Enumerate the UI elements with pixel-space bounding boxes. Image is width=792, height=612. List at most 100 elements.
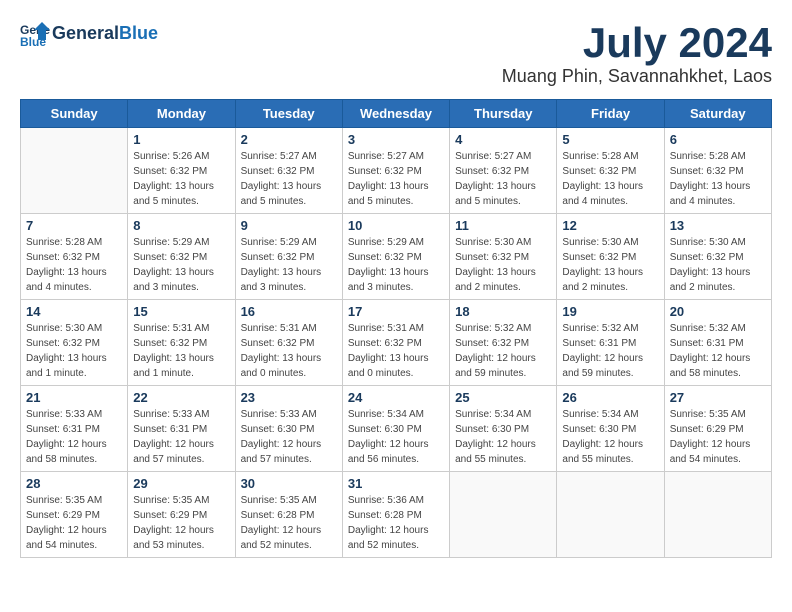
- week-row-4: 21 Sunrise: 5:33 AMSunset: 6:31 PMDayligh…: [21, 386, 772, 472]
- day-number: 5: [562, 132, 658, 147]
- day-number: 6: [670, 132, 766, 147]
- day-cell: 5 Sunrise: 5:28 AMSunset: 6:32 PMDaylight…: [557, 128, 664, 214]
- day-number: 18: [455, 304, 551, 319]
- day-cell: [664, 472, 771, 558]
- column-header-wednesday: Wednesday: [342, 100, 449, 128]
- day-number: 25: [455, 390, 551, 405]
- day-info: Sunrise: 5:33 AMSunset: 6:31 PMDaylight:…: [133, 407, 229, 467]
- day-cell: 24 Sunrise: 5:34 AMSunset: 6:30 PMDayligh…: [342, 386, 449, 472]
- day-info: Sunrise: 5:34 AMSunset: 6:30 PMDaylight:…: [455, 407, 551, 467]
- week-row-2: 7 Sunrise: 5:28 AMSunset: 6:32 PMDaylight…: [21, 214, 772, 300]
- day-number: 11: [455, 218, 551, 233]
- column-header-friday: Friday: [557, 100, 664, 128]
- day-info: Sunrise: 5:27 AMSunset: 6:32 PMDaylight:…: [241, 149, 337, 209]
- day-info: Sunrise: 5:30 AMSunset: 6:32 PMDaylight:…: [26, 321, 122, 381]
- day-number: 15: [133, 304, 229, 319]
- week-row-5: 28 Sunrise: 5:35 AMSunset: 6:29 PMDayligh…: [21, 472, 772, 558]
- day-number: 19: [562, 304, 658, 319]
- day-info: Sunrise: 5:28 AMSunset: 6:32 PMDaylight:…: [26, 235, 122, 295]
- week-row-3: 14 Sunrise: 5:30 AMSunset: 6:32 PMDayligh…: [21, 300, 772, 386]
- day-cell: 2 Sunrise: 5:27 AMSunset: 6:32 PMDaylight…: [235, 128, 342, 214]
- calendar-body: 1 Sunrise: 5:26 AMSunset: 6:32 PMDaylight…: [21, 128, 772, 558]
- day-info: Sunrise: 5:28 AMSunset: 6:32 PMDaylight:…: [562, 149, 658, 209]
- day-cell: 4 Sunrise: 5:27 AMSunset: 6:32 PMDaylight…: [450, 128, 557, 214]
- day-cell: 16 Sunrise: 5:31 AMSunset: 6:32 PMDayligh…: [235, 300, 342, 386]
- day-number: 22: [133, 390, 229, 405]
- day-cell: 19 Sunrise: 5:32 AMSunset: 6:31 PMDayligh…: [557, 300, 664, 386]
- day-info: Sunrise: 5:30 AMSunset: 6:32 PMDaylight:…: [562, 235, 658, 295]
- day-cell: 12Sunrise: 5:30 AMSunset: 6:32 PMDayligh…: [557, 214, 664, 300]
- day-info: Sunrise: 5:28 AMSunset: 6:32 PMDaylight:…: [670, 149, 766, 209]
- day-cell: 31 Sunrise: 5:36 AMSunset: 6:28 PMDayligh…: [342, 472, 449, 558]
- day-number: 4: [455, 132, 551, 147]
- day-cell: [557, 472, 664, 558]
- day-info: Sunrise: 5:31 AMSunset: 6:32 PMDaylight:…: [133, 321, 229, 381]
- day-number: 13: [670, 218, 766, 233]
- day-cell: [21, 128, 128, 214]
- day-cell: 7 Sunrise: 5:28 AMSunset: 6:32 PMDaylight…: [21, 214, 128, 300]
- day-number: 21: [26, 390, 122, 405]
- day-cell: 13 Sunrise: 5:30 AMSunset: 6:32 PMDayligh…: [664, 214, 771, 300]
- day-info: Sunrise: 5:31 AMSunset: 6:32 PMDaylight:…: [241, 321, 337, 381]
- day-info: Sunrise: 5:27 AMSunset: 6:32 PMDaylight:…: [348, 149, 444, 209]
- calendar-header-row: SundayMondayTuesdayWednesdayThursdayFrid…: [21, 100, 772, 128]
- day-cell: [450, 472, 557, 558]
- day-info: Sunrise: 5:35 AMSunset: 6:29 PMDaylight:…: [670, 407, 766, 467]
- day-info: Sunrise: 5:29 AMSunset: 6:32 PMDaylight:…: [241, 235, 337, 295]
- day-cell: 25 Sunrise: 5:34 AMSunset: 6:30 PMDayligh…: [450, 386, 557, 472]
- day-cell: 1 Sunrise: 5:26 AMSunset: 6:32 PMDaylight…: [128, 128, 235, 214]
- day-number: 27: [670, 390, 766, 405]
- day-number: 23: [241, 390, 337, 405]
- day-number: 1: [133, 132, 229, 147]
- column-header-saturday: Saturday: [664, 100, 771, 128]
- day-cell: 29 Sunrise: 5:35 AMSunset: 6:29 PMDayligh…: [128, 472, 235, 558]
- day-info: Sunrise: 5:31 AMSunset: 6:32 PMDaylight:…: [348, 321, 444, 381]
- day-cell: 17 Sunrise: 5:31 AMSunset: 6:32 PMDayligh…: [342, 300, 449, 386]
- day-cell: 15 Sunrise: 5:31 AMSunset: 6:32 PMDayligh…: [128, 300, 235, 386]
- day-number: 14: [26, 304, 122, 319]
- day-number: 16: [241, 304, 337, 319]
- day-info: Sunrise: 5:27 AMSunset: 6:32 PMDaylight:…: [455, 149, 551, 209]
- day-cell: 11 Sunrise: 5:30 AMSunset: 6:32 PMDayligh…: [450, 214, 557, 300]
- day-number: 26: [562, 390, 658, 405]
- day-info: Sunrise: 5:32 AMSunset: 6:32 PMDaylight:…: [455, 321, 551, 381]
- week-row-1: 1 Sunrise: 5:26 AMSunset: 6:32 PMDaylight…: [21, 128, 772, 214]
- logo-text: GeneralBlue: [52, 24, 158, 44]
- day-number: 31: [348, 476, 444, 491]
- day-cell: 27 Sunrise: 5:35 AMSunset: 6:29 PMDayligh…: [664, 386, 771, 472]
- day-number: 3: [348, 132, 444, 147]
- day-info: Sunrise: 5:35 AMSunset: 6:29 PMDaylight:…: [133, 493, 229, 553]
- day-info: Sunrise: 5:32 AMSunset: 6:31 PMDaylight:…: [670, 321, 766, 381]
- day-number: 8: [133, 218, 229, 233]
- day-info: Sunrise: 5:32 AMSunset: 6:31 PMDaylight:…: [562, 321, 658, 381]
- day-info: Sunrise: 5:35 AMSunset: 6:29 PMDaylight:…: [26, 493, 122, 553]
- day-cell: 10Sunrise: 5:29 AMSunset: 6:32 PMDayligh…: [342, 214, 449, 300]
- calendar-table: SundayMondayTuesdayWednesdayThursdayFrid…: [20, 99, 772, 558]
- day-cell: 3 Sunrise: 5:27 AMSunset: 6:32 PMDaylight…: [342, 128, 449, 214]
- day-number: 24: [348, 390, 444, 405]
- day-number: 17: [348, 304, 444, 319]
- day-info: Sunrise: 5:30 AMSunset: 6:32 PMDaylight:…: [670, 235, 766, 295]
- day-cell: 30Sunrise: 5:35 AMSunset: 6:28 PMDayligh…: [235, 472, 342, 558]
- logo: General Blue GeneralBlue: [20, 20, 158, 48]
- day-info: Sunrise: 5:30 AMSunset: 6:32 PMDaylight:…: [455, 235, 551, 295]
- day-number: 28: [26, 476, 122, 491]
- day-cell: 8 Sunrise: 5:29 AMSunset: 6:32 PMDaylight…: [128, 214, 235, 300]
- day-number: 10: [348, 218, 444, 233]
- day-number: 7: [26, 218, 122, 233]
- day-cell: 18 Sunrise: 5:32 AMSunset: 6:32 PMDayligh…: [450, 300, 557, 386]
- day-info: Sunrise: 5:29 AMSunset: 6:32 PMDaylight:…: [133, 235, 229, 295]
- day-info: Sunrise: 5:36 AMSunset: 6:28 PMDaylight:…: [348, 493, 444, 553]
- day-cell: 20Sunrise: 5:32 AMSunset: 6:31 PMDayligh…: [664, 300, 771, 386]
- column-header-monday: Monday: [128, 100, 235, 128]
- day-info: Sunrise: 5:34 AMSunset: 6:30 PMDaylight:…: [348, 407, 444, 467]
- day-number: 2: [241, 132, 337, 147]
- column-header-thursday: Thursday: [450, 100, 557, 128]
- logo-icon: General Blue: [20, 20, 50, 48]
- column-header-sunday: Sunday: [21, 100, 128, 128]
- day-cell: 14 Sunrise: 5:30 AMSunset: 6:32 PMDayligh…: [21, 300, 128, 386]
- day-number: 29: [133, 476, 229, 491]
- day-info: Sunrise: 5:26 AMSunset: 6:32 PMDaylight:…: [133, 149, 229, 209]
- day-cell: 26Sunrise: 5:34 AMSunset: 6:30 PMDayligh…: [557, 386, 664, 472]
- day-info: Sunrise: 5:33 AMSunset: 6:31 PMDaylight:…: [26, 407, 122, 467]
